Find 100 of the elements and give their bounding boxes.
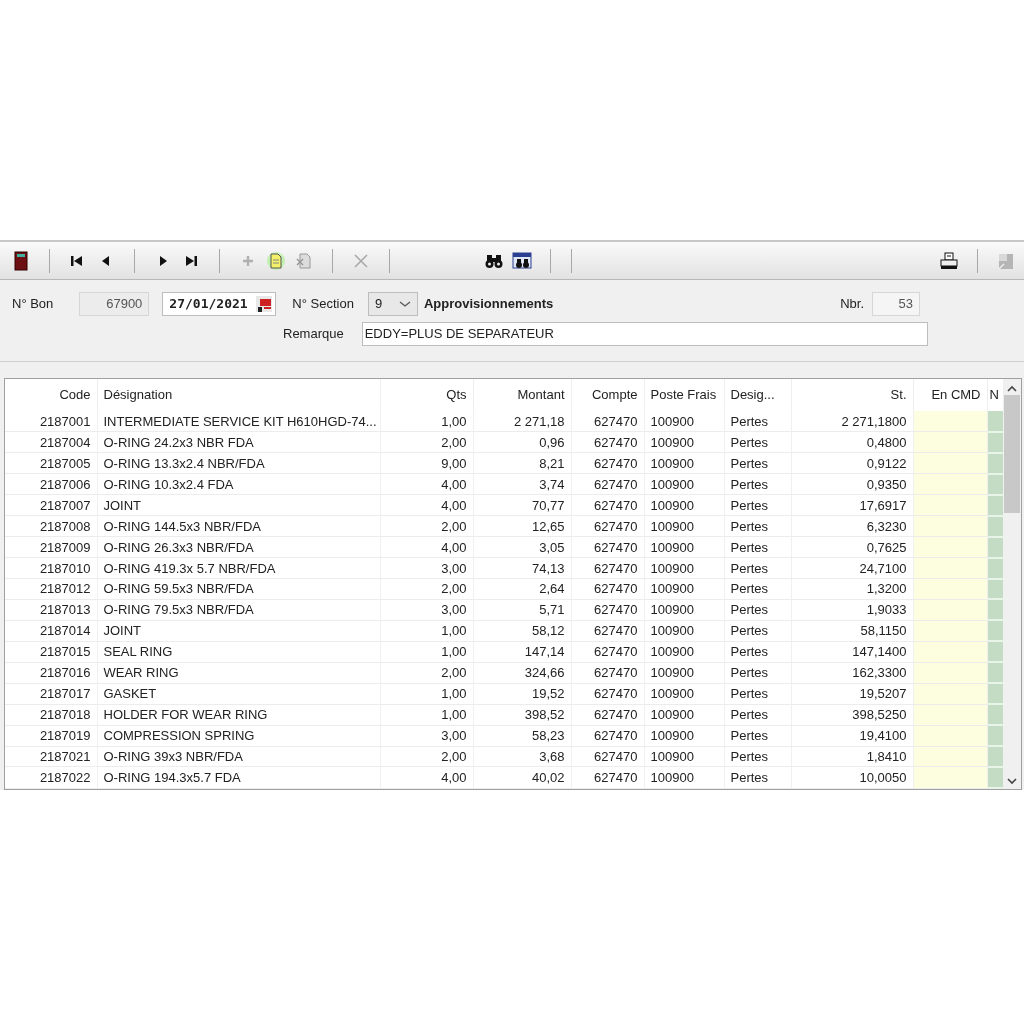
table-cell: 4,00 xyxy=(380,494,473,516)
table-cell: 100900 xyxy=(644,683,724,705)
table-cell: WEAR RING xyxy=(97,662,380,684)
table-cell: 2,00 xyxy=(380,746,473,767)
table-cell: Pertes xyxy=(724,411,791,432)
table-cell: 2187014 xyxy=(5,620,97,642)
table-cell: 100900 xyxy=(644,494,724,516)
table-cell: Pertes xyxy=(724,578,791,600)
table-cell: 627470 xyxy=(571,515,644,537)
table-cell: O-RING 39x3 NBR/FDA xyxy=(97,746,380,767)
printer-icon xyxy=(939,250,959,271)
table-cell: 3,74 xyxy=(473,473,571,495)
table-cell: 1,00 xyxy=(380,620,473,642)
table-cell: 19,5207 xyxy=(791,683,913,705)
table-cell: O-RING 144.5x3 NBR/FDA xyxy=(97,515,380,537)
table-cell: 162,3300 xyxy=(791,662,913,684)
column-header[interactable]: Code xyxy=(5,379,97,411)
table-cell: 2187015 xyxy=(5,641,97,663)
table-cell: 627470 xyxy=(571,620,644,642)
table-cell: Pertes xyxy=(724,452,791,474)
table-cell: Pertes xyxy=(724,662,791,684)
table-cell: 2187013 xyxy=(5,599,97,621)
table-cell: 1,8410 xyxy=(791,746,913,767)
table-cell: 627470 xyxy=(571,536,644,558)
table-cell: 2187017 xyxy=(5,683,97,705)
table-cell: 1,00 xyxy=(380,704,473,726)
table-cell: 5,71 xyxy=(473,599,571,621)
table-cell: O-RING 59.5x3 NBR/FDA xyxy=(97,578,380,600)
table-cell: 398,52 xyxy=(473,704,571,726)
date-field[interactable]: 27/01/2021 xyxy=(162,292,277,316)
table-cell: 10,0050 xyxy=(791,766,913,788)
scrollbar-thumb[interactable] xyxy=(1004,395,1021,513)
column-header[interactable]: Montant xyxy=(473,379,571,411)
column-header[interactable]: Compte xyxy=(571,379,644,411)
table-cell: 2,00 xyxy=(380,578,473,600)
table-cell: 3,00 xyxy=(380,725,473,746)
table-cell: 2,00 xyxy=(380,515,473,537)
table-cell: 2187016 xyxy=(5,662,97,684)
remark-field[interactable]: EDDY=PLUS DE SEPARATEUR xyxy=(361,322,928,346)
table-cell: 70,77 xyxy=(473,494,571,516)
calendar-icon[interactable] xyxy=(255,295,274,313)
table-cell: INTERMEDIATE SERVICE KIT H610HGD-74... xyxy=(97,411,380,432)
scroll-up-icon[interactable] xyxy=(1007,385,1018,393)
table-cell: 398,5250 xyxy=(791,704,913,726)
table-cell: 1,00 xyxy=(380,411,473,432)
table-cell: 19,4100 xyxy=(791,725,913,746)
table-cell: 4,00 xyxy=(380,536,473,558)
section-dropdown[interactable]: 9 xyxy=(367,292,418,316)
table-cell: 627470 xyxy=(571,662,644,684)
table-cell: 100900 xyxy=(644,662,724,684)
table-cell: Pertes xyxy=(724,473,791,495)
table-cell: GASKET xyxy=(97,683,380,705)
table-cell: Pertes xyxy=(724,704,791,726)
table-cell: 627470 xyxy=(571,473,644,495)
table-cell: 1,9033 xyxy=(791,599,913,621)
table-cell: Pertes xyxy=(724,766,791,788)
scroll-down-icon[interactable] xyxy=(1007,777,1018,785)
table-cell: 2,00 xyxy=(380,662,473,684)
table-cell: 12,65 xyxy=(473,515,571,537)
binoculars-window-icon xyxy=(512,250,532,271)
column-header[interactable]: Poste Frais xyxy=(644,379,724,411)
table-cell: JOINT xyxy=(97,494,380,516)
table-cell: 2,00 xyxy=(380,431,473,453)
table-cell: 2187008 xyxy=(5,515,97,537)
table-cell: O-RING 419.3x 5.7 NBR/FDA xyxy=(97,557,380,579)
table-cell: 19,52 xyxy=(473,683,571,705)
table-cell: 100900 xyxy=(644,725,724,746)
table-cell: 100900 xyxy=(644,620,724,642)
table-cell: O-RING 26.3x3 NBR/FDA xyxy=(97,536,380,558)
table-cell: 627470 xyxy=(571,411,644,432)
table-cell: Pertes xyxy=(724,557,791,579)
table-cell: 100900 xyxy=(644,515,724,537)
dropdown-value: 9 xyxy=(374,295,383,314)
column-header[interactable]: St. xyxy=(791,379,913,411)
table-cell: 627470 xyxy=(571,599,644,621)
table-cell: 2187010 xyxy=(5,557,97,579)
table-cell: 627470 xyxy=(571,431,644,453)
table-cell: JOINT xyxy=(97,620,380,642)
table-cell: 147,14 xyxy=(473,641,571,663)
table-cell: 627470 xyxy=(571,578,644,600)
table-cell: Pertes xyxy=(724,620,791,642)
table-cell: 100900 xyxy=(644,746,724,767)
table-cell: 627470 xyxy=(571,494,644,516)
table-cell: 0,4800 xyxy=(791,431,913,453)
table-cell: O-RING 24.2x3 NBR FDA xyxy=(97,431,380,453)
table-cell: O-RING 79.5x3 NBR/FDA xyxy=(97,599,380,621)
table-cell: 147,1400 xyxy=(791,641,913,663)
column-header[interactable]: Désignation xyxy=(97,379,380,411)
table-cell: 100900 xyxy=(644,641,724,663)
table-cell: 3,05 xyxy=(473,536,571,558)
table-cell: Pertes xyxy=(724,599,791,621)
table-cell: 3,00 xyxy=(380,599,473,621)
chevron-down-icon xyxy=(398,300,411,308)
column-header[interactable]: Desig... xyxy=(724,379,791,411)
table-cell: 2187018 xyxy=(5,704,97,726)
table-cell: 627470 xyxy=(571,746,644,767)
table-cell: 9,00 xyxy=(380,452,473,474)
table-cell: 100900 xyxy=(644,411,724,432)
column-header[interactable]: Qts xyxy=(380,379,473,411)
table-cell: 2187006 xyxy=(5,473,97,495)
